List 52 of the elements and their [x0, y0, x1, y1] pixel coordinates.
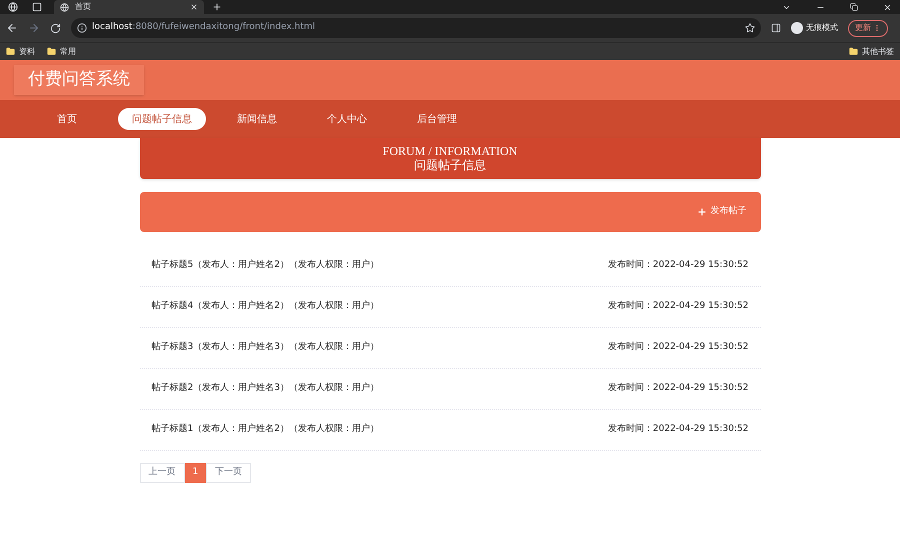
folder-icon: [47, 47, 56, 56]
browser-tab[interactable]: 首页: [54, 0, 204, 14]
bookmark-folder[interactable]: 其他书签: [849, 46, 894, 58]
incognito-chip[interactable]: 无痕模式: [791, 22, 838, 34]
nav-tab[interactable]: 问题帖子信息: [118, 108, 206, 130]
page-button[interactable]: 下一页: [206, 463, 252, 483]
globe-icon[interactable]: [8, 2, 18, 12]
post-row[interactable]: 帖子标题2（发布人：用户姓名3）（发布人权限：用户） 发布时间：2022-04-29 15:30:52: [140, 369, 760, 410]
post-title: 帖子标题1（发布人：用户姓名2）（发布人权限：用户）: [152, 423, 379, 436]
post-time: 发布时间：2022-04-29 15:30:52: [608, 382, 748, 396]
forward-icon[interactable]: [28, 22, 40, 34]
nav-tab[interactable]: 后台管理: [398, 108, 476, 130]
tab-title: 首页: [75, 1, 91, 13]
folder-icon: [849, 47, 858, 56]
globe-icon: [60, 2, 69, 12]
profile-label: 无痕模式: [806, 22, 838, 34]
post-time: 发布时间：2022-04-29 15:30:52: [608, 423, 748, 436]
close-icon[interactable]: [190, 3, 198, 11]
post-row[interactable]: 帖子标题4（发布人：用户姓名2）（发布人权限：用户） 发布时间：2022-04-29 15:30:52: [140, 287, 760, 328]
update-button[interactable]: 更新: [848, 20, 888, 36]
back-icon[interactable]: [6, 22, 18, 34]
post-title: 帖子标题3（发布人：用户姓名3）（发布人权限：用户）: [152, 341, 379, 354]
url-text: localhost:8080/fufeiwendaxitong/front/index.html: [92, 21, 316, 34]
plus-icon: [696, 207, 706, 217]
new-tab-icon[interactable]: [212, 2, 222, 12]
close-icon[interactable]: [883, 2, 892, 12]
address-bar[interactable]: localhost:8080/fufeiwendaxitong/front/index.html: [71, 18, 761, 38]
page-button[interactable]: 上一页: [140, 463, 184, 483]
bookmark-star-icon[interactable]: [745, 23, 755, 33]
post-row[interactable]: 帖子标题5（发布人：用户姓名2）（发布人权限：用户） 发布时间：2022-04-29 15:30:52: [140, 246, 760, 287]
info-icon: [77, 23, 87, 33]
side-panel-icon[interactable]: [771, 23, 781, 33]
post-time: 发布时间：2022-04-29 15:30:52: [608, 259, 748, 272]
window-icon[interactable]: [32, 2, 42, 12]
banner-title: 问题帖子信息: [414, 158, 486, 172]
nav-tab[interactable]: 个人中心: [308, 108, 386, 130]
folder-icon: [6, 47, 15, 56]
post-time: 发布时间：2022-04-29 15:30:52: [608, 300, 748, 314]
nav-tab[interactable]: 首页: [28, 108, 106, 130]
post-row[interactable]: 帖子标题1（发布人：用户姓名2）（发布人权限：用户） 发布时间：2022-04-29 15:30:52: [140, 410, 760, 451]
post-row[interactable]: 帖子标题3（发布人：用户姓名3）（发布人权限：用户） 发布时间：2022-04-29 15:30:52: [140, 328, 760, 369]
post-title: 帖子标题2（发布人：用户姓名3）（发布人权限：用户）: [152, 382, 379, 396]
site-title: 付费问答系统: [14, 65, 144, 95]
post-time: 发布时间：2022-04-29 15:30:52: [608, 341, 748, 354]
post-title: 帖子标题5（发布人：用户姓名2）（发布人权限：用户）: [152, 259, 379, 272]
reload-icon[interactable]: [50, 22, 61, 34]
bookmark-folder[interactable]: 资料: [6, 46, 35, 58]
nav-tab[interactable]: 新闻信息: [218, 108, 296, 130]
bookmark-folder[interactable]: 常用: [47, 46, 76, 58]
post-title: 帖子标题4（发布人：用户姓名2）（发布人权限：用户）: [152, 300, 379, 314]
restore-icon[interactable]: [850, 3, 858, 11]
banner-english: FORUM / INFORMATION: [382, 145, 518, 158]
